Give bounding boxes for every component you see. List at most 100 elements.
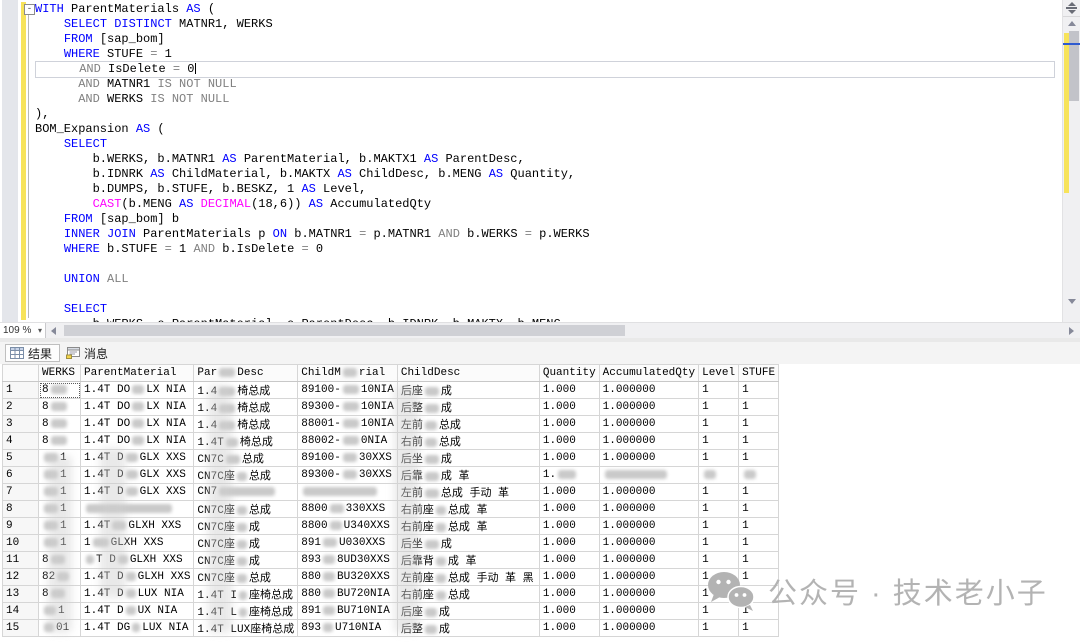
grid-cell[interactable]: CN7C座总成 [194,501,298,518]
grid-cell[interactable]: 1.000 [539,399,599,416]
row-header[interactable]: 5 [3,450,39,467]
column-header[interactable]: ChildMrial [298,365,398,382]
row-header[interactable]: 9 [3,518,39,535]
grid-cell[interactable]: 1 [739,518,779,535]
code-line[interactable]: AND MATNR1 IS NOT NULL [35,77,1060,92]
grid-cell[interactable]: 1 [699,620,739,637]
grid-cell[interactable]: 1.4T DUX NIA [81,603,194,620]
grid-cell[interactable]: 1.000 [539,518,599,535]
grid-cell[interactable]: 8 [39,416,81,433]
grid-cell[interactable]: 1.000 [539,501,599,518]
code-line[interactable]: b.DUMPS, b.STUFE, b.BESKZ, 1 AS Level, [35,182,1060,197]
grid-cell[interactable]: 8800U340XXS [298,518,398,535]
grid-cell[interactable]: 82 [39,569,81,586]
code-line[interactable]: WHERE b.STUFE = 1 AND b.IsDelete = 0 [35,242,1060,257]
grid-cell[interactable]: 891BU710NIA [298,603,398,620]
grid-cell[interactable]: 1 [739,416,779,433]
grid-cell[interactable]: 1.000000 [599,552,698,569]
grid-cell[interactable]: 1.000000 [599,382,698,399]
grid-cell[interactable]: 1.4T DOLX NIA [81,416,194,433]
code-line[interactable]: INNER JOIN ParentMaterials p ON b.MATNR1… [35,227,1060,242]
row-header[interactable]: 6 [3,467,39,484]
code-line[interactable]: ), [35,107,1060,122]
grid-cell[interactable]: 1.000000 [599,620,698,637]
grid-cell[interactable]: 左前总成 手动 革 [397,484,539,501]
grid-cell[interactable]: 1 [739,484,779,501]
grid-cell[interactable]: 1.000000 [599,416,698,433]
grid-cell[interactable]: 893U710NIA [298,620,398,637]
grid-cell[interactable]: 1 [39,467,81,484]
grid-cell[interactable]: 1.4T I座椅总成 [194,586,298,603]
grid-cell[interactable]: 1.000000 [599,433,698,450]
horizontal-scroll-track[interactable] [62,323,1064,338]
grid-cell[interactable]: 89300-10NIA [298,399,398,416]
row-header-corner[interactable] [3,365,39,382]
grid-cell[interactable]: 右前座总成 [397,586,539,603]
row-header[interactable]: 8 [3,501,39,518]
grid-cell[interactable]: 1.000 [539,416,599,433]
row-header[interactable]: 2 [3,399,39,416]
grid-cell[interactable]: 1.000 [539,569,599,586]
grid-cell[interactable]: 1.4T DGLUX NIA [81,620,194,637]
grid-cell[interactable]: 1.4TGLXH XXS [81,518,194,535]
column-header[interactable]: ParentMaterial [81,365,194,382]
grid-cell[interactable]: 后整成 [397,620,539,637]
grid-cell[interactable]: 880BU320XXS [298,569,398,586]
code-line[interactable]: SELECT [35,302,1060,317]
code-line[interactable]: UNION ALL [35,272,1060,287]
code-line[interactable] [35,257,1060,272]
grid-cell[interactable]: 8 [39,382,81,399]
grid-cell[interactable]: 1 [699,535,739,552]
grid-cell[interactable]: 右前座总成 革 [397,501,539,518]
row-header[interactable]: 12 [3,569,39,586]
grid-cell[interactable]: CN7C座成 [194,535,298,552]
column-header[interactable]: AccumulatedQty [599,365,698,382]
grid-cell[interactable]: 1 [739,535,779,552]
grid-cell[interactable]: 1.000000 [599,484,698,501]
grid-cell[interactable]: 89100-10NIA [298,382,398,399]
grid-cell[interactable]: 左前座总成 手动 革 黑 [397,569,539,586]
code-line[interactable]: b.IDNRK AS ChildMaterial, b.MAKTX AS Chi… [35,167,1060,182]
grid-cell[interactable]: 1 [39,501,81,518]
grid-cell[interactable]: 后座成 [397,603,539,620]
grid-cell[interactable]: 1.000000 [599,569,698,586]
scroll-up-button[interactable] [1063,17,1080,31]
scroll-down-button[interactable] [1063,295,1080,309]
grid-cell[interactable]: 1.4T DGLX XXS [81,467,194,484]
grid-cell[interactable]: 1.000 [539,586,599,603]
row-header[interactable]: 14 [3,603,39,620]
grid-cell[interactable]: 1.000000 [599,586,698,603]
grid-cell[interactable]: 1.4T DOLX NIA [81,382,194,399]
grid-cell[interactable]: 1. [539,467,599,484]
grid-cell[interactable]: 左前总成 [397,416,539,433]
grid-cell[interactable]: 1 [39,535,81,552]
grid-cell[interactable]: 1.4T DGLX XXS [81,484,194,501]
code-line[interactable]: AND IsDelete = 0 [35,61,1055,78]
grid-cell[interactable]: CN7C座总成 [194,467,298,484]
grid-cell[interactable]: 1.000000 [599,501,698,518]
grid-cell[interactable] [739,467,779,484]
row-header[interactable]: 7 [3,484,39,501]
grid-cell[interactable]: 1 [699,518,739,535]
grid-cell[interactable]: CN7C座总成 [194,569,298,586]
scroll-right-button[interactable] [1064,323,1080,338]
grid-cell[interactable]: 1 [699,484,739,501]
grid-cell[interactable]: 右前总成 [397,433,539,450]
grid-cell[interactable]: 8938UD30XXS [298,552,398,569]
grid-cell[interactable]: 1 [39,603,81,620]
grid-cell[interactable]: 1.4T DOLX NIA [81,399,194,416]
code-line[interactable]: BOM_Expansion AS ( [35,122,1060,137]
grid-cell[interactable]: 1 [739,450,779,467]
vertical-scroll-track[interactable] [1063,31,1080,295]
grid-cell[interactable]: 1.000 [539,603,599,620]
grid-cell[interactable]: 1 [739,552,779,569]
grid-cell[interactable] [699,467,739,484]
grid-cell[interactable]: 1.000000 [599,535,698,552]
sql-editor[interactable]: - WITH ParentMaterials AS ( SELECT DISTI… [0,0,1080,322]
grid-cell[interactable]: 1.4T椅总成 [194,433,298,450]
grid-cell[interactable]: 1 [699,416,739,433]
grid-cell[interactable]: 8 [39,586,81,603]
grid-cell[interactable]: CN7C总成 [194,450,298,467]
grid-cell[interactable]: CN7C座成 [194,518,298,535]
grid-cell[interactable]: 8 [39,399,81,416]
